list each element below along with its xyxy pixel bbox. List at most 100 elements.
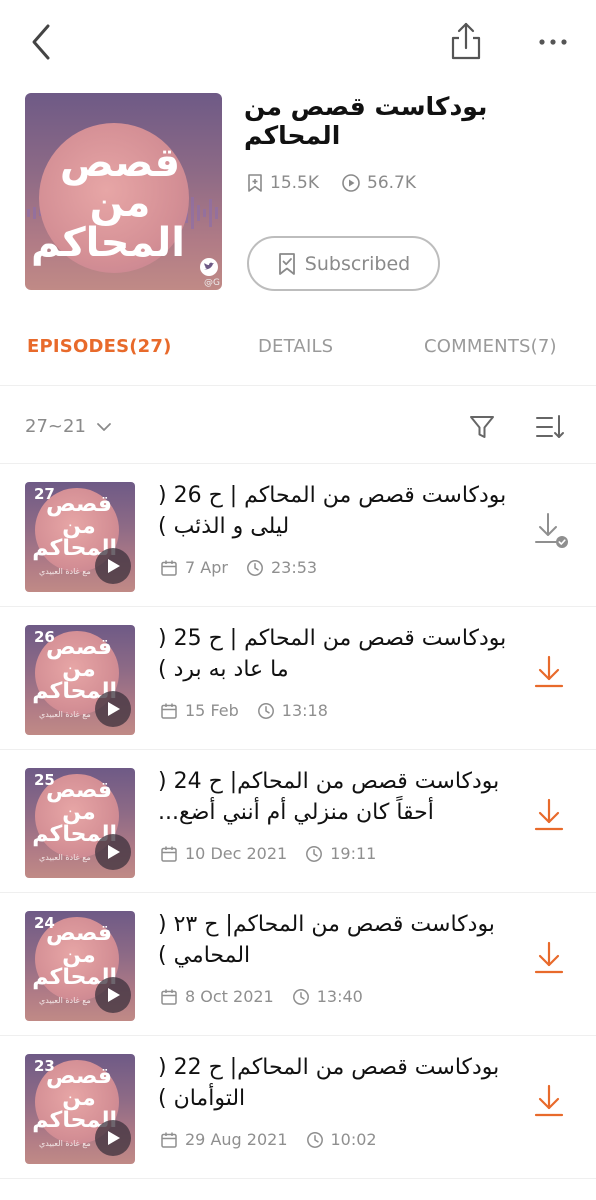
episode-duration: 10:02	[306, 1130, 377, 1149]
play-button[interactable]	[95, 1120, 131, 1156]
episode-meta: 7 Apr 23:53	[160, 558, 335, 577]
episode-date-text: 8 Oct 2021	[185, 987, 274, 1006]
back-button[interactable]	[24, 22, 60, 62]
download-icon	[534, 655, 564, 688]
play-button[interactable]	[95, 977, 131, 1013]
episode-duration: 13:40	[292, 987, 363, 1006]
episode-meta: 8 Oct 2021 13:40	[160, 987, 381, 1006]
podcast-title: بودكاست قصص من المحاكم	[244, 92, 488, 150]
more-horizontal-icon	[539, 39, 567, 45]
play-icon	[108, 1131, 120, 1145]
episode-thumbnail[interactable]: قصص من المحاكم 25 مع غادة العبيدي	[25, 768, 135, 878]
episode-range-selector[interactable]: 27~21	[25, 416, 112, 437]
episode-row[interactable]: قصص من المحاكم 25 مع غادة العبيدي بودكاس…	[0, 750, 596, 893]
episode-title[interactable]: بودكاست قصص من المحاكم| ح 24 ( أحقاً كان…	[158, 766, 510, 828]
download-icon	[534, 798, 564, 831]
tab-comments[interactable]: COMMENTS(7)	[424, 336, 557, 357]
episode-thumbnail[interactable]: قصص من المحاكم 26 مع غادة العبيدي	[25, 625, 135, 735]
episode-date: 8 Oct 2021	[160, 987, 274, 1006]
episode-thumbnail[interactable]: قصص من المحاكم 23 مع غادة العبيدي	[25, 1054, 135, 1164]
play-icon	[108, 559, 120, 573]
plays-stat: 56.7K	[341, 173, 416, 193]
episode-thumbnail[interactable]: قصص من المحاكم 24 مع غادة العبيدي	[25, 911, 135, 1021]
cover-logo-text: قصص من المحاكم	[30, 140, 185, 266]
episode-title[interactable]: بودكاست قصص من المحاكم| ح ٢٣ ( المحامي )	[158, 909, 510, 971]
tab-episodes[interactable]: EPISODES(27)	[27, 336, 172, 357]
download-button[interactable]	[532, 510, 570, 550]
share-button[interactable]	[446, 20, 486, 64]
subscribed-button[interactable]: Subscribed	[247, 236, 440, 291]
episode-duration-text: 19:11	[330, 844, 377, 863]
episode-row[interactable]: قصص من المحاكم 24 مع غادة العبيدي بودكاس…	[0, 893, 596, 1036]
tab-details[interactable]: DETAILS	[258, 336, 333, 357]
top-bar	[0, 0, 596, 86]
sort-icon	[536, 415, 564, 438]
subscribers-count: 15.5K	[270, 173, 319, 193]
episode-thumbnail[interactable]: قصص من المحاكم 27 مع غادة العبيدي	[25, 482, 135, 592]
tab-bar: EPISODES(27) DETAILS COMMENTS(7)	[0, 322, 596, 386]
download-button[interactable]	[532, 653, 570, 693]
episode-date-text: 15 Feb	[185, 701, 239, 720]
episode-duration: 13:18	[257, 701, 328, 720]
clock-icon	[257, 702, 274, 719]
episode-date-text: 7 Apr	[185, 558, 228, 577]
sort-button[interactable]	[534, 412, 566, 442]
episode-title[interactable]: بودكاست قصص من المحاكم| ح 22 ( التوأمان …	[158, 1052, 510, 1114]
chevron-down-icon	[96, 422, 111, 431]
episode-row[interactable]: قصص من المحاكم 26 مع غادة العبيدي بودكاس…	[0, 607, 596, 750]
episode-meta: 29 Aug 2021 10:02	[160, 1130, 395, 1149]
episode-row[interactable]: قصص من المحاكم 27 مع غادة العبيدي بودكاس…	[0, 464, 596, 607]
downloaded-icon	[535, 513, 568, 548]
share-icon	[451, 22, 481, 60]
download-button[interactable]	[532, 939, 570, 979]
download-icon	[534, 941, 564, 974]
calendar-icon	[161, 560, 177, 576]
thumbnail-host: مع غادة العبيدي	[39, 853, 91, 862]
subscribers-stat: 15.5K	[246, 173, 319, 193]
episode-date: 29 Aug 2021	[160, 1130, 288, 1149]
download-button[interactable]	[532, 796, 570, 836]
episode-title[interactable]: بودكاست قصص من المحاكم | ح 25 ( ما عاد ب…	[158, 623, 510, 685]
bookmark-check-icon	[278, 252, 295, 275]
episode-number: 23	[34, 1057, 55, 1075]
play-icon	[108, 702, 120, 716]
calendar-icon	[161, 703, 177, 719]
filter-row: 27~21	[0, 398, 596, 464]
play-button[interactable]	[95, 691, 131, 727]
podcast-stats: 15.5K 56.7K	[246, 170, 438, 196]
filter-button[interactable]	[467, 412, 497, 442]
calendar-icon	[161, 989, 177, 1005]
subscribed-label: Subscribed	[304, 252, 411, 275]
calendar-icon	[161, 846, 177, 862]
podcast-cover: قصص من المحاكم @G	[25, 93, 222, 290]
episode-duration-text: 13:18	[281, 701, 328, 720]
play-button[interactable]	[95, 548, 131, 584]
clock-icon	[306, 1131, 323, 1148]
cover-handle: @G	[204, 278, 220, 288]
episode-date: 7 Apr	[160, 558, 228, 577]
episode-meta: 10 Dec 2021 19:11	[160, 844, 394, 863]
clock-icon	[247, 559, 263, 576]
episode-date-text: 10 Dec 2021	[185, 844, 288, 863]
calendar-icon	[161, 1132, 177, 1148]
play-button[interactable]	[95, 834, 131, 870]
episode-number: 27	[34, 485, 55, 503]
episode-number: 26	[34, 628, 55, 646]
episode-row[interactable]: قصص من المحاكم 23 مع غادة العبيدي بودكاس…	[0, 1036, 596, 1179]
plays-count: 56.7K	[367, 173, 416, 193]
episode-title[interactable]: بودكاست قصص من المحاكم | ح 26 ( ليلى و ا…	[158, 480, 510, 542]
download-button[interactable]	[532, 1082, 570, 1122]
episode-date: 10 Dec 2021	[160, 844, 287, 863]
episode-duration-text: 13:40	[316, 987, 363, 1006]
more-options-button[interactable]	[530, 28, 574, 56]
episode-meta: 15 Feb 13:18	[160, 701, 346, 720]
episode-duration-text: 10:02	[330, 1130, 377, 1149]
thumbnail-host: مع غادة العبيدي	[39, 996, 91, 1005]
clock-icon	[306, 845, 323, 862]
filter-icon	[470, 416, 494, 438]
episode-date-text: 29 Aug 2021	[185, 1130, 288, 1149]
thumbnail-host: مع غادة العبيدي	[39, 710, 91, 719]
download-icon	[534, 1084, 564, 1117]
episode-range-label: 27~21	[25, 416, 86, 437]
chevron-left-icon	[32, 24, 50, 60]
